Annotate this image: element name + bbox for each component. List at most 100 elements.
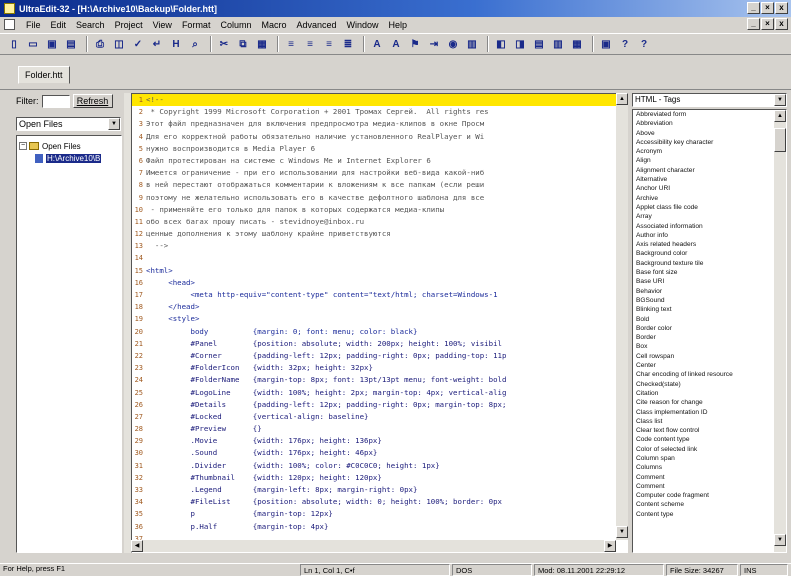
menu-column[interactable]: Column — [215, 20, 256, 30]
find-in-files-icon[interactable]: A — [369, 36, 385, 52]
editor-horizontal-scrollbar[interactable]: ◀ ▶ — [131, 540, 616, 552]
code-line[interactable]: 23 #FolderIcon {width: 32px; height: 32p… — [132, 362, 627, 374]
tag-list-item[interactable]: Blinking text — [633, 305, 773, 314]
tag-list-item[interactable]: Abbreviation — [633, 119, 773, 128]
filter-input[interactable] — [41, 94, 70, 108]
tag-list-item[interactable]: Center — [633, 361, 773, 370]
code-line[interactable]: 14 — [132, 252, 627, 264]
code-line[interactable]: 12 ценные дополнения к этому шаблону край… — [132, 228, 627, 240]
document-icon[interactable] — [4, 19, 15, 30]
tag-list-item[interactable]: Comment — [633, 473, 773, 482]
view-select[interactable]: Open Files ▼ — [16, 117, 121, 131]
tag-list-item[interactable]: Cell rowspan — [633, 352, 773, 361]
tag-list-item[interactable]: Content scheme — [633, 500, 773, 509]
code-line[interactable]: 6 Файл протестирован на системе с Windows… — [132, 155, 627, 167]
code-editor[interactable]: 1 <!-- 2 * Copyright 1999 Microsoft Corpor… — [131, 93, 628, 553]
code-line[interactable]: 29 .Movie {width: 176px; height: 136px} — [132, 435, 627, 447]
code-line[interactable]: 33 .Legend {margin-left: 8px; margin-rig… — [132, 484, 627, 496]
code-line[interactable]: 7 Имеется ограничение - при его использов… — [132, 167, 627, 179]
close-button[interactable]: x — [775, 2, 788, 14]
tag-list-item[interactable]: Class list — [633, 417, 773, 426]
code-line[interactable]: 2 * Copyright 1999 Microsoft Corporation… — [132, 106, 627, 118]
tag-list-item[interactable]: Column span — [633, 454, 773, 463]
code-line[interactable]: 36 p.Half {margin-top: 4px} — [132, 521, 627, 533]
code-line[interactable]: 28 #Preview {} — [132, 423, 627, 435]
tag-list-item[interactable]: Color of selected link — [633, 445, 773, 454]
wrap-icon[interactable]: ↵ — [149, 36, 165, 52]
file-tree-icon[interactable]: ▤ — [531, 36, 547, 52]
scroll-right-icon[interactable]: ▶ — [604, 540, 616, 552]
tag-list-scrollbar[interactable]: ▲ ▼ — [774, 110, 786, 552]
menu-advanced[interactable]: Advanced — [291, 20, 341, 30]
scroll-up-icon[interactable]: ▲ — [616, 93, 628, 105]
tag-list-item[interactable]: Author info — [633, 231, 773, 240]
code-line[interactable]: 21 #Panel {position: absolute; width: 20… — [132, 338, 627, 350]
scroll-down-icon[interactable]: ▼ — [774, 534, 786, 546]
tag-list-item[interactable]: Background texture tile — [633, 259, 773, 268]
doc-maximize-button[interactable]: × — [761, 18, 774, 30]
replace-icon[interactable]: A — [388, 36, 404, 52]
code-line[interactable]: 27 #Locked {vertical-align: baseline} — [132, 411, 627, 423]
menu-help[interactable]: Help — [384, 20, 413, 30]
window-tile-icon[interactable]: ◧ — [493, 36, 509, 52]
scroll-down-icon[interactable]: ▼ — [616, 526, 628, 538]
scroll-left-icon[interactable]: ◀ — [131, 540, 143, 552]
code-line[interactable]: 34 #FileList {position: absolute; width:… — [132, 496, 627, 508]
code-line[interactable]: 30 .Sound {width: 176px; height: 46px} — [132, 447, 627, 459]
tag-list-item[interactable]: Code content type — [633, 435, 773, 444]
tree-node-file[interactable]: H:\Archive10\B — [19, 152, 119, 164]
code-line[interactable]: 16 <head> — [132, 277, 627, 289]
tag-list-item[interactable]: Base URI — [633, 277, 773, 286]
tag-list-item[interactable]: Char encoding of linked resource — [633, 370, 773, 379]
code-line[interactable]: 35 p {margin-top: 12px} — [132, 508, 627, 520]
code-line[interactable]: 5 нужно воспроизводится в Media Player 6 — [132, 143, 627, 155]
minimize-button[interactable]: _ — [747, 2, 760, 14]
tag-list-item[interactable]: Class implementation ID — [633, 408, 773, 417]
chevron-down-icon[interactable]: ▼ — [774, 94, 786, 106]
save-icon[interactable]: ▣ — [44, 36, 60, 52]
tab-folder-htt[interactable]: Folder.htt — [18, 66, 70, 84]
align-left-icon[interactable]: ≡ — [283, 36, 299, 52]
tag-list-item[interactable]: Alignment character — [633, 166, 773, 175]
window-cascade-icon[interactable]: ◨ — [512, 36, 528, 52]
code-line[interactable]: 25 #LogoLine {width: 100%; height: 2px; … — [132, 387, 627, 399]
code-line[interactable]: 13 --> — [132, 240, 627, 252]
menu-format[interactable]: Format — [177, 20, 216, 30]
hex-icon[interactable]: H — [168, 36, 184, 52]
code-line[interactable]: 1 <!-- — [132, 94, 627, 107]
new-file-icon[interactable]: ▯ — [6, 36, 22, 52]
tag-group-select[interactable]: HTML - Tags ▼ — [632, 93, 787, 107]
save-all-icon[interactable]: ▤ — [63, 36, 79, 52]
tag-list-item[interactable]: Applet class file code — [633, 203, 773, 212]
code-line[interactable]: 32 #Thumbnail {width: 120px; height: 120… — [132, 472, 627, 484]
copy-icon[interactable]: ⧉ — [235, 36, 251, 52]
code-line[interactable]: 26 #Details {padding-left: 12px; padding… — [132, 399, 627, 411]
tag-list-item[interactable]: Accessibility key character — [633, 138, 773, 147]
tag-list-item[interactable]: Box — [633, 342, 773, 351]
code-line[interactable]: 11 обо всех багах прошу писать - stevidno… — [132, 216, 627, 228]
tag-list-item[interactable]: Computer code fragment — [633, 491, 773, 500]
maximize-button[interactable]: × — [761, 2, 774, 14]
tag-list-item[interactable]: Archive — [633, 194, 773, 203]
tag-list-item[interactable]: Checked(state) — [633, 380, 773, 389]
tag-list-item[interactable]: Columns — [633, 463, 773, 472]
menu-view[interactable]: View — [148, 20, 177, 30]
code-line[interactable]: 18 </head> — [132, 301, 627, 313]
settings-icon[interactable]: ▣ — [598, 36, 614, 52]
menu-macro[interactable]: Macro — [256, 20, 291, 30]
code-line[interactable]: 4 Для его корректной работы обязательно н… — [132, 131, 627, 143]
tag-list-item[interactable]: Anchor URI — [633, 184, 773, 193]
menu-edit[interactable]: Edit — [46, 20, 72, 30]
macro-icon[interactable]: ◉ — [445, 36, 461, 52]
code-line[interactable]: 24 #FolderName {margin-top: 8px; font: 1… — [132, 374, 627, 386]
tag-list-item[interactable]: Cite reason for change — [633, 398, 773, 407]
tag-list-item[interactable]: Base font size — [633, 268, 773, 277]
tag-list-item[interactable]: Associated information — [633, 222, 773, 231]
tag-list-item[interactable]: Align — [633, 156, 773, 165]
menu-search[interactable]: Search — [71, 20, 110, 30]
tag-list-item[interactable]: Border color — [633, 324, 773, 333]
output-icon[interactable]: ▥ — [464, 36, 480, 52]
tag-list-item[interactable]: Acronym — [633, 147, 773, 156]
menu-window[interactable]: Window — [342, 20, 384, 30]
doc-close-button[interactable]: x — [775, 18, 788, 30]
